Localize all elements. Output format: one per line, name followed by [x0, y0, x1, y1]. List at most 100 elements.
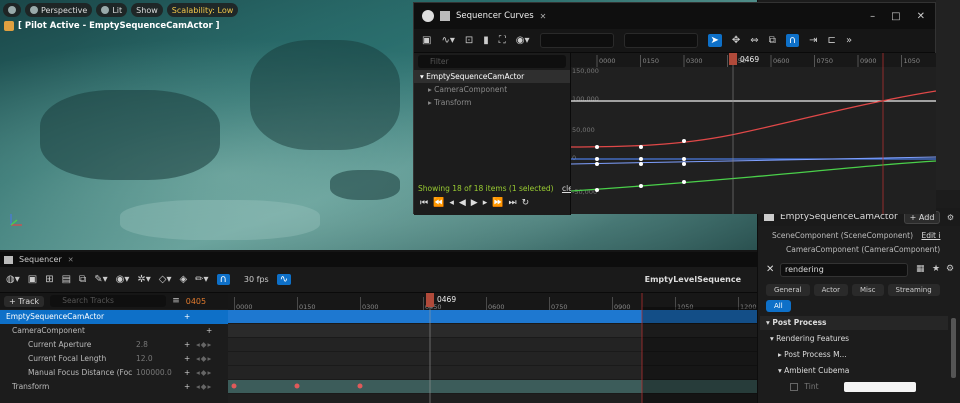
auto-key-icon[interactable]: ◈: [179, 274, 187, 285]
add-button[interactable]: +: [206, 324, 212, 338]
curves-titlebar[interactable]: Sequencer Curves ✕ – □ ✕: [414, 3, 935, 29]
playhead-handle[interactable]: [426, 293, 434, 307]
track-row-focal-length[interactable]: Current Focal Length 12.0 + ◂◆▸: [0, 352, 228, 366]
tree-item-camactor[interactable]: ▾ EmptySequenceCamActor: [414, 70, 570, 83]
curves-filter-input[interactable]: Filter: [418, 55, 566, 68]
tab-actor[interactable]: Actor: [813, 284, 849, 296]
curve-key[interactable]: [682, 139, 686, 143]
key-nav-icon[interactable]: ◂◆▸: [196, 352, 212, 366]
curve-graph-svg[interactable]: 0000 0150 0300 0450 0600 0750 0900 1050 150,000…: [571, 53, 936, 214]
key-nav-icon[interactable]: ◂◆▸: [196, 366, 212, 380]
transform-key[interactable]: [231, 383, 237, 389]
maximize-icon[interactable]: □: [891, 11, 900, 22]
show-button[interactable]: Show: [131, 3, 163, 17]
minimize-icon[interactable]: –: [870, 11, 875, 22]
step-back-icon[interactable]: ◂: [449, 198, 454, 208]
curve-key[interactable]: [639, 162, 643, 166]
curve-key[interactable]: [639, 184, 643, 188]
key-nav-icon[interactable]: ◂◆▸: [196, 380, 212, 394]
visibility-icon[interactable]: ◉▾: [516, 35, 530, 46]
actions-icon[interactable]: ⧉: [79, 274, 86, 285]
transform-key[interactable]: [357, 383, 363, 389]
frame-icon[interactable]: ▮: [483, 35, 489, 46]
select-tool-icon[interactable]: ➤: [707, 34, 722, 47]
ambient-cubemap-row[interactable]: ▾ Ambient Cubema: [760, 364, 948, 378]
playback-options-icon[interactable]: ✲▾: [137, 274, 150, 285]
curve-key[interactable]: [595, 145, 599, 149]
scene-component-row[interactable]: SceneComponent (SceneComponent) Edit i: [772, 231, 940, 240]
prev-key-icon[interactable]: ⏪: [433, 198, 444, 208]
key-nav-icon[interactable]: ◂◆▸: [196, 338, 212, 352]
tree-item-cameracomponent[interactable]: ▸ CameraComponent: [414, 83, 570, 96]
curve-green[interactable]: [571, 160, 936, 192]
start-frame[interactable]: 0405: [186, 297, 206, 306]
details-scrollbar[interactable]: [951, 318, 956, 378]
go-to-start-icon[interactable]: ⏮: [420, 198, 428, 208]
track-row-transform[interactable]: Transform + ◂◆▸: [0, 380, 228, 394]
view-options-icon[interactable]: ◉▾: [116, 274, 130, 285]
next-key-icon[interactable]: ⏩: [492, 198, 503, 208]
settings-icon[interactable]: ⚙: [946, 264, 954, 274]
key-options-icon[interactable]: ◇▾: [159, 274, 172, 285]
curve-key[interactable]: [595, 162, 599, 166]
track-value[interactable]: 100000.0: [136, 366, 172, 380]
close-search-icon[interactable]: ✕: [766, 264, 774, 275]
curve-key[interactable]: [595, 188, 599, 192]
close-icon[interactable]: ✕: [917, 11, 925, 22]
save-icon[interactable]: ▣: [422, 35, 431, 46]
favorite-icon[interactable]: ★: [932, 264, 940, 274]
flatten-tangents-icon[interactable]: ⇥: [809, 35, 817, 46]
edit-mode-icon[interactable]: ✏▾: [195, 274, 208, 285]
curve-key[interactable]: [639, 157, 643, 161]
edit-in-blueprint-link[interactable]: Edit i: [921, 231, 940, 240]
tab-streaming[interactable]: Streaming: [887, 284, 940, 296]
transform-tool-icon[interactable]: ✥: [732, 35, 740, 46]
step-forward-icon[interactable]: ▸: [483, 198, 488, 208]
tab-all[interactable]: All: [766, 300, 791, 312]
straighten-tangents-icon[interactable]: ⊏: [828, 35, 836, 46]
value-field[interactable]: [623, 33, 698, 48]
curve-key[interactable]: [682, 157, 686, 161]
track-row-cameracomponent[interactable]: CameraComponent +: [0, 324, 228, 338]
play-reverse-icon[interactable]: ◀: [459, 198, 466, 208]
filter-icon[interactable]: ≡: [172, 296, 180, 306]
play-icon[interactable]: ▶: [471, 198, 478, 208]
multi-scale-icon[interactable]: ⧉: [769, 35, 776, 46]
tab-misc[interactable]: Misc: [852, 284, 884, 296]
transform-key[interactable]: [294, 383, 300, 389]
zoom-extents-icon[interactable]: ⛶: [499, 35, 506, 46]
curve-key[interactable]: [682, 162, 686, 166]
curve-playhead-handle[interactable]: [729, 53, 737, 65]
rendering-features-row[interactable]: ▾ Rendering Features: [760, 332, 948, 346]
add-track-button[interactable]: + Track: [4, 295, 45, 307]
tint-color-swatch[interactable]: [844, 382, 916, 392]
curve-editor-icon[interactable]: ∿: [276, 274, 292, 285]
curve-red[interactable]: [571, 90, 936, 148]
add-key-button[interactable]: +: [184, 380, 190, 394]
fps-dropdown[interactable]: 30 fps: [244, 275, 269, 284]
track-row-aperture[interactable]: Current Aperture 2.8 + ◂◆▸: [0, 338, 228, 352]
curve-mode-icon[interactable]: ∿▾: [441, 35, 454, 46]
curve-graph[interactable]: 0000 0150 0300 0450 0600 0750 0900 1050 150,000…: [571, 53, 936, 214]
time-field[interactable]: [539, 33, 614, 48]
find-in-browser-icon[interactable]: ⊞: [45, 274, 53, 285]
retime-tool-icon[interactable]: ⇔: [750, 35, 758, 46]
tint-checkbox[interactable]: [790, 383, 798, 391]
tree-item-transform[interactable]: ▸ Transform: [414, 96, 570, 109]
snapping-magnet-icon[interactable]: ∩: [216, 274, 230, 285]
perspective-button[interactable]: Perspective: [25, 3, 93, 17]
close-tab-icon[interactable]: ✕: [540, 12, 547, 21]
snapping-magnet-icon[interactable]: ∩: [785, 34, 800, 47]
sequencer-timeline[interactable]: 000001500300045006000750090010501200 046…: [228, 293, 757, 403]
close-tab-icon[interactable]: ✕: [68, 256, 74, 264]
add-key-button[interactable]: +: [184, 352, 190, 366]
viewport-menu-button[interactable]: [3, 3, 21, 17]
add-key-button[interactable]: +: [184, 338, 190, 352]
add-button[interactable]: +: [184, 310, 190, 324]
grid-view-icon[interactable]: ▦: [916, 264, 925, 274]
curve-key[interactable]: [595, 157, 599, 161]
post-process-materials-row[interactable]: ▸ Post Process M...: [760, 348, 948, 362]
render-movie-icon[interactable]: ▤: [62, 274, 71, 285]
loop-icon[interactable]: ↻: [522, 198, 530, 208]
eject-pilot-icon[interactable]: [4, 21, 14, 31]
